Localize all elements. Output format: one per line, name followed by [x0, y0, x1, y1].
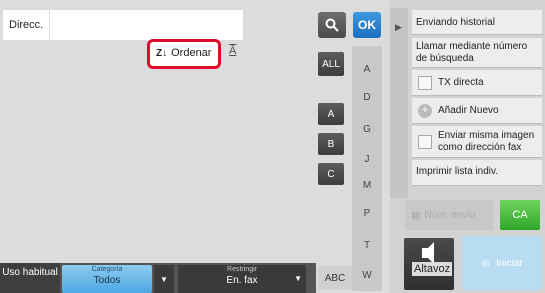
same-image-label: Enviar misma imagen como dirección fax: [438, 129, 535, 153]
sort-highlight: Z↓ Ordenar: [147, 39, 221, 69]
index-bar[interactable]: A D G J M P T W: [352, 46, 382, 291]
fax-number-icon: ▦: [411, 209, 421, 221]
start-icon: ◎: [481, 257, 491, 269]
start-button[interactable]: ◎ Iniciar: [462, 236, 542, 290]
category-value: Todos: [93, 275, 121, 286]
index-letter[interactable]: T: [352, 240, 382, 251]
frequent-use-tab[interactable]: Uso habitual: [0, 263, 60, 293]
start-label: Iniciar: [496, 257, 523, 269]
menu-item-same-image[interactable]: Enviar misma imagen como dirección fax: [412, 126, 542, 158]
sort-button[interactable]: Z↓ Ordenar: [156, 47, 211, 59]
menu-item-print-list[interactable]: Imprimir lista indiv.: [412, 160, 542, 186]
chevron-down-icon[interactable]: ▼: [154, 265, 174, 293]
menu-item-call-search-number[interactable]: Llamar mediante número de búsqueda: [412, 38, 542, 68]
menu-item-add-new[interactable]: + Añadir Nuevo: [412, 98, 542, 124]
collapse-icon: ▶: [395, 22, 402, 32]
speaker-label: Altavoz: [412, 262, 453, 276]
index-letter[interactable]: A: [352, 64, 382, 75]
address-bar: Direcc.: [3, 10, 243, 40]
abc-button[interactable]: ABC: [318, 266, 352, 290]
address-book-main: Direcc. OK Z↓ Ordenar Ā ALL A B C A D G …: [0, 0, 390, 293]
sort-label: Ordenar: [171, 47, 212, 59]
ca-button[interactable]: CA: [500, 200, 540, 230]
all-button[interactable]: ALL: [318, 52, 344, 76]
index-letter[interactable]: D: [352, 92, 382, 103]
category-caption: Categoría: [91, 266, 123, 273]
letter-a-button[interactable]: A: [318, 103, 344, 125]
plus-icon: +: [418, 103, 432, 118]
address-input[interactable]: [49, 10, 243, 40]
action-panel: ▶ Enviando historial Llamar mediante núm…: [390, 0, 545, 293]
search-button[interactable]: [318, 12, 346, 38]
checkbox[interactable]: [418, 134, 432, 149]
index-letter[interactable]: P: [352, 208, 382, 219]
index-letter[interactable]: W: [352, 270, 382, 281]
category-selector[interactable]: Categoría Todos: [62, 265, 152, 293]
letter-b-button[interactable]: B: [318, 133, 344, 155]
address-label: Direcc.: [9, 19, 44, 31]
checkbox[interactable]: [418, 75, 432, 90]
index-letter[interactable]: J: [352, 154, 382, 165]
text-size-icon[interactable]: Ā: [229, 45, 236, 57]
bottom-bar: Uso habitual Categoría Todos ▼ Restringi…: [0, 263, 316, 293]
menu-item-sending-history[interactable]: Enviando historial: [412, 10, 542, 35]
fax-number-label: Núm. envío: [424, 209, 476, 221]
panel-collapse-tab[interactable]: ▶: [390, 8, 408, 198]
ok-button[interactable]: OK: [353, 12, 381, 38]
menu-item-direct-tx[interactable]: TX directa: [412, 70, 542, 96]
fax-number-button[interactable]: ▦ Núm. envío: [405, 200, 493, 230]
index-letter[interactable]: G: [352, 124, 382, 135]
search-icon: [325, 18, 339, 32]
add-new-label: Añadir Nuevo: [438, 104, 499, 116]
chevron-down-icon: ▼: [294, 274, 302, 283]
index-letter[interactable]: M: [352, 180, 382, 191]
direct-tx-label: TX directa: [438, 76, 484, 88]
restrict-caption: Restringir: [227, 266, 257, 273]
sort-icon: Z↓: [156, 47, 168, 59]
restrict-selector[interactable]: Restringir En. fax ▼: [178, 265, 306, 293]
restrict-value: En. fax: [226, 275, 258, 286]
letter-c-button[interactable]: C: [318, 163, 344, 185]
